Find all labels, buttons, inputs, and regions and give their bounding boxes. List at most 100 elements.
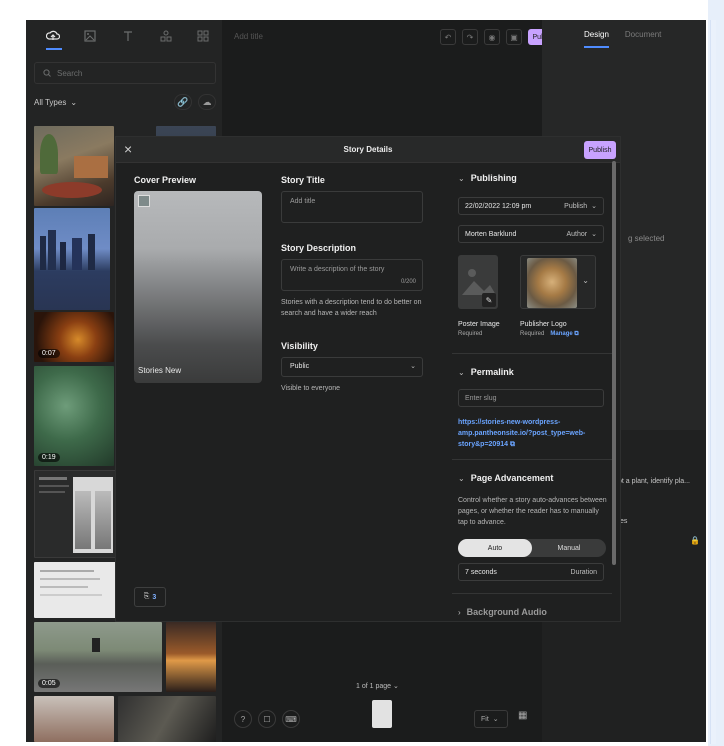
section-divider (452, 353, 612, 354)
keyboard-shortcuts-icon[interactable]: ⌨ (282, 710, 300, 728)
publisher-logo-picker[interactable]: ⌄ (520, 255, 596, 309)
story-title-field[interactable]: Add title (281, 191, 423, 223)
external-link-icon: ⧉ (574, 331, 579, 337)
preview-eye-icon[interactable]: ◉ (484, 29, 500, 45)
option-auto[interactable]: Auto (458, 539, 532, 557)
page-thumbnail[interactable] (372, 700, 392, 728)
upload-tab-icon[interactable] (34, 20, 72, 52)
media-thumb-template-screenshot[interactable] (34, 470, 116, 558)
chevron-down-icon: ⌄ (591, 203, 597, 210)
search-icon (43, 69, 51, 77)
pages-icon: ⎘ (143, 593, 150, 600)
author-select[interactable]: Morten Barklund Author ⌄ (458, 225, 604, 243)
story-title-label: Story Title (281, 175, 325, 185)
poster-image-picker[interactable]: ✎ (458, 255, 498, 309)
description-hint: Stories with a description tend to do be… (281, 299, 422, 317)
panel-tabs: Design Document (584, 30, 661, 48)
duration-label: Duration (570, 568, 597, 576)
manage-link[interactable]: Manage ⧉ (550, 331, 578, 337)
type-filter-dropdown[interactable]: All Types ⌄ (34, 98, 77, 107)
background-audio-section-toggle[interactable]: › Background Audio (458, 607, 547, 617)
templates-tab-icon[interactable] (184, 20, 222, 52)
tab-design[interactable]: Design (584, 30, 609, 48)
section-divider (452, 593, 612, 594)
upload-cloud-icon[interactable]: ☁ (198, 94, 216, 110)
publishing-heading: Publishing (470, 173, 517, 183)
save-draft-icon[interactable]: ▣ (506, 29, 522, 45)
library-search-input[interactable]: Search (34, 62, 216, 84)
chevron-down-icon: ⌄ (70, 98, 78, 107)
page-count-label: 1 of 1 page (356, 683, 392, 690)
visibility-value: Public (290, 363, 310, 370)
modal-publish-button[interactable]: Publish (584, 141, 616, 159)
chevron-down-icon: ⌄ (492, 716, 499, 723)
video-duration: 0:07 (38, 349, 60, 358)
media-thumb-livingroom[interactable] (34, 126, 114, 206)
visibility-select[interactable]: Public ⌄ (281, 357, 423, 377)
checklist-icon[interactable]: ☐ (258, 710, 276, 728)
grid-view-icon[interactable]: ▦ (518, 710, 527, 721)
media-thumb-city[interactable] (34, 208, 110, 310)
page-advancement-section-toggle[interactable]: ⌄ Page Advancement (458, 473, 553, 483)
story-description-placeholder: Write a description of the story (290, 266, 385, 273)
poster-image-caption: Poster Image (458, 321, 500, 328)
media-thumb-sunset[interactable] (166, 622, 216, 692)
visibility-hint: Visible to everyone (281, 385, 341, 392)
publishing-panel: ⌄ Publishing 22/02/2022 12:09 pm Publish… (452, 163, 620, 621)
modal-scrollbar[interactable] (612, 161, 616, 565)
permalink-url[interactable]: https://stories-new-wordpress-amp.panthe… (458, 417, 608, 450)
story-description-field[interactable]: Write a description of the story 0/200 (281, 259, 423, 291)
publisher-logo-required: Required Manage ⧉ (520, 331, 579, 338)
permalink-section-toggle[interactable]: ⌄ Permalink (458, 367, 514, 377)
layer-text[interactable]: pt a plant, identify pla... (618, 478, 690, 485)
link-media-icon[interactable]: 🔗 (174, 94, 192, 110)
page-count[interactable]: 1 of 1 page ⌄ (356, 682, 399, 690)
media-tab-icon[interactable] (72, 20, 110, 52)
lock-icon[interactable]: 🔒 (690, 536, 700, 545)
chevron-down-icon: ⌄ (458, 473, 465, 483)
cover-preview-label: Cover Preview (134, 175, 197, 185)
story-details-modal: × Story Details Publish Cover Preview St… (116, 137, 620, 621)
tab-document[interactable]: Document (625, 30, 661, 48)
undo-icon[interactable]: ↶ (440, 29, 456, 45)
page-advancement-description: Control whether a story auto-advances be… (458, 497, 607, 526)
publish-date-field[interactable]: 22/02/2022 12:09 pm Publish ⌄ (458, 197, 604, 215)
shapes-tab-icon[interactable] (147, 20, 185, 52)
publisher-logo-thumbnail (138, 195, 150, 207)
zoom-select[interactable]: Fit ⌄ (474, 710, 508, 728)
media-thumb-dark[interactable] (118, 696, 216, 742)
publish-date-value: 22/02/2022 12:09 pm (465, 202, 532, 210)
cover-preview[interactable]: Stories New (134, 191, 262, 383)
publisher-logo-caption: Publisher Logo (520, 321, 567, 328)
advancement-toggle: Auto Manual (458, 539, 606, 557)
media-thumb-plant-video[interactable]: 0:19 (34, 366, 114, 466)
story-title-placeholder: Add title (290, 198, 316, 205)
browser-edge (708, 0, 724, 746)
slug-input[interactable]: Enter slug (458, 389, 604, 407)
edit-pencil-icon[interactable]: ✎ (482, 293, 496, 307)
type-filter-label: All Types (34, 98, 67, 107)
chevron-down-icon: ⌄ (582, 276, 589, 285)
media-thumb-market[interactable] (34, 696, 114, 742)
publishing-section-toggle[interactable]: ⌄ Publishing (458, 173, 517, 183)
option-manual[interactable]: Manual (532, 539, 606, 557)
visibility-label: Visibility (281, 341, 318, 351)
story-title-input[interactable]: Add title (234, 32, 263, 41)
help-icon[interactable]: ? (234, 710, 252, 728)
pages-count: 3 (152, 593, 157, 601)
text-tab-icon[interactable] (109, 20, 147, 52)
section-divider (452, 459, 612, 460)
media-thumb-road-video[interactable]: 0:05 (34, 622, 162, 692)
redo-icon[interactable]: ↷ (462, 29, 478, 45)
media-thumb-fire-video[interactable]: 0:07 (34, 312, 114, 362)
manage-label: Manage (550, 331, 573, 337)
pages-button[interactable]: ⎘ 3 (134, 587, 166, 607)
logo-required-text: Required (520, 331, 545, 337)
canvas-header: Add title ↶ ↷ ◉ ▣ Publish (222, 20, 560, 52)
chevron-down-icon: ⌄ (458, 367, 465, 377)
scroll-track (710, 20, 716, 744)
duration-field[interactable]: 7 seconds Duration (458, 563, 604, 581)
selection-message: g selected (628, 234, 665, 243)
description-counter: 0/200 (400, 279, 416, 285)
media-thumb-doc-screenshot[interactable] (34, 562, 116, 618)
